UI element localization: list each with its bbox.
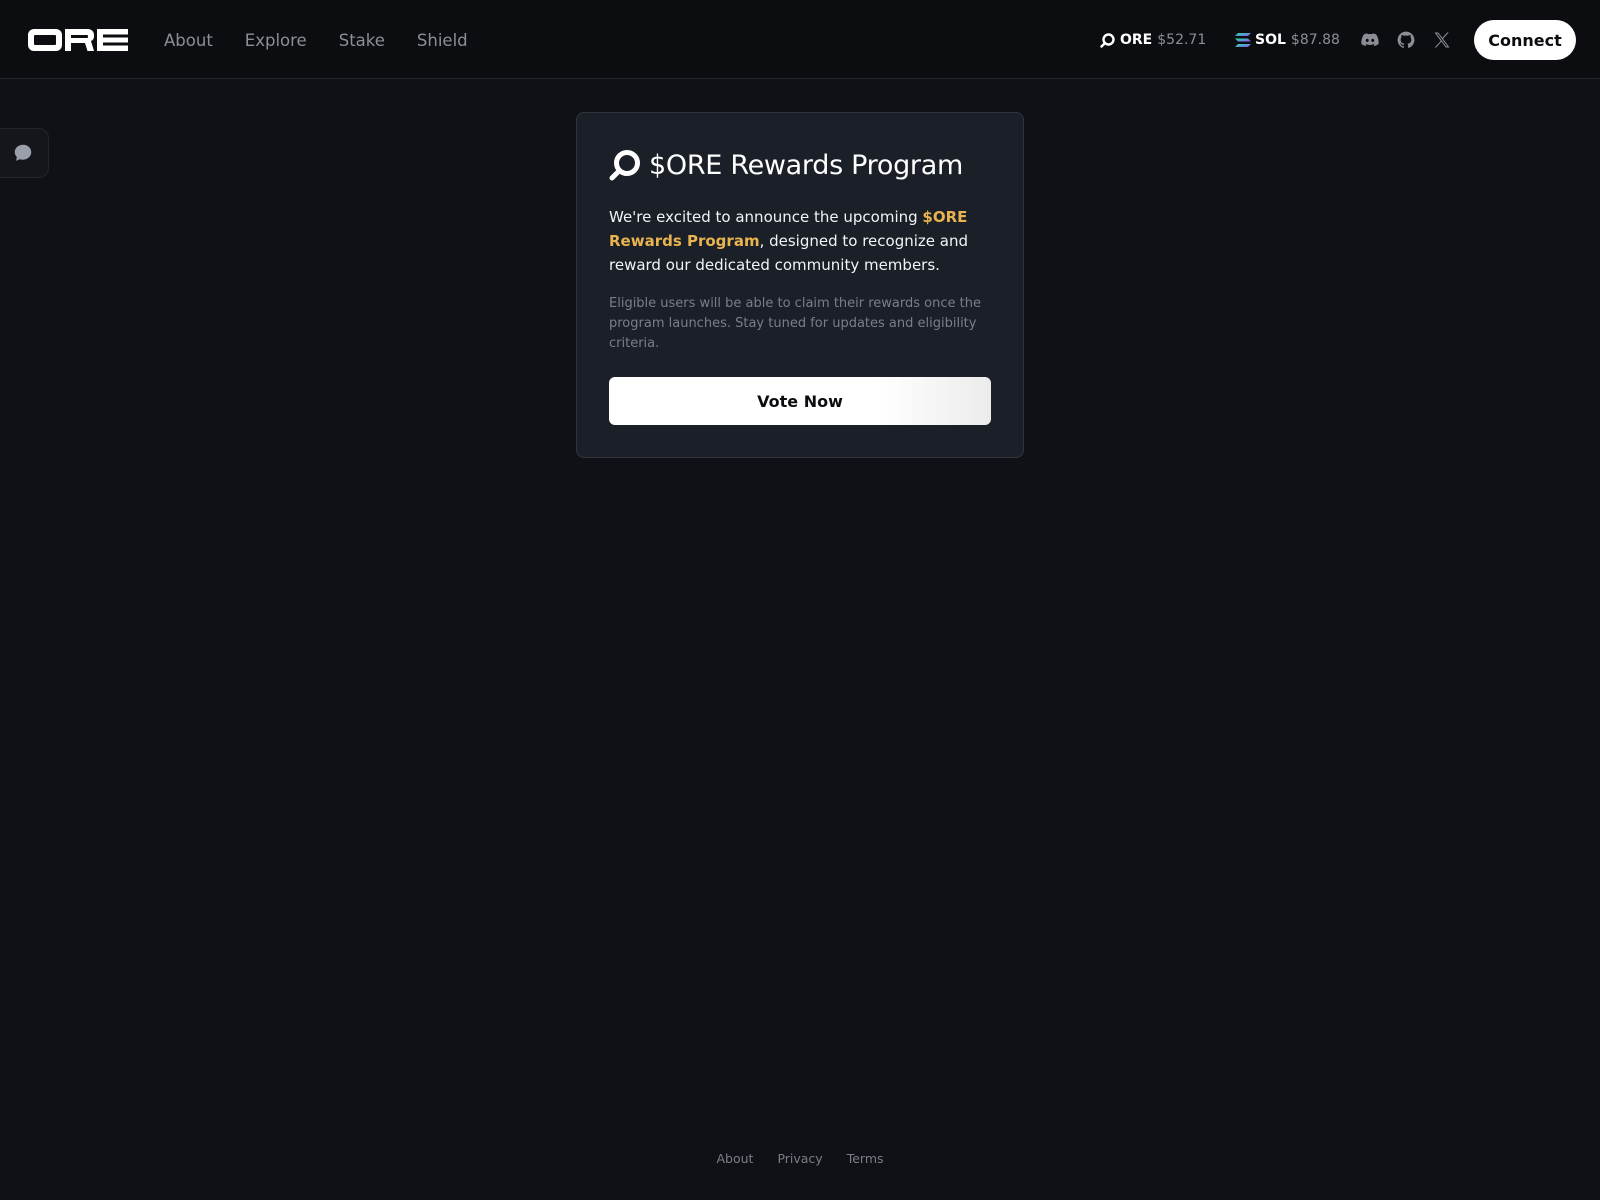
solana-icon <box>1235 33 1251 47</box>
nav-explore[interactable]: Explore <box>245 31 307 50</box>
card-intro-text: We're excited to announce the upcoming $… <box>609 205 979 277</box>
ore-logo[interactable] <box>28 29 128 51</box>
ore-symbol: ORE <box>1120 32 1153 48</box>
card-header: $ORE Rewards Program <box>609 147 963 183</box>
sol-price: $87.88 <box>1290 32 1340 48</box>
nav-shield[interactable]: Shield <box>417 31 468 50</box>
ore-icon <box>1100 33 1115 48</box>
vote-now-button[interactable]: Vote Now <box>609 377 991 425</box>
sol-price-ticker[interactable]: SOL $87.88 <box>1235 30 1340 50</box>
footer: About Privacy Terms <box>0 1151 1600 1166</box>
footer-link-terms[interactable]: Terms <box>847 1151 884 1166</box>
rewards-announcement-card: $ORE Rewards Program We're excited to an… <box>576 112 1024 458</box>
connect-wallet-button[interactable]: Connect <box>1474 20 1576 60</box>
chat-toggle[interactable] <box>0 128 49 178</box>
ore-icon <box>609 150 640 181</box>
chat-bubble-icon <box>14 144 32 161</box>
intro-text-start: We're excited to announce the upcoming <box>609 208 923 226</box>
x-icon[interactable] <box>1432 30 1452 50</box>
top-navbar: About Explore Stake Shield ORE $52.71 SO… <box>0 0 1600 79</box>
footer-link-privacy[interactable]: Privacy <box>777 1151 822 1166</box>
footer-link-about[interactable]: About <box>716 1151 753 1166</box>
ore-price-ticker[interactable]: ORE $52.71 <box>1100 30 1206 50</box>
github-icon[interactable] <box>1396 30 1416 50</box>
ore-price: $52.71 <box>1157 32 1207 48</box>
nav-about[interactable]: About <box>164 31 213 50</box>
discord-icon[interactable] <box>1360 30 1380 50</box>
card-eligibility-note: Eligible users will be able to claim the… <box>609 296 981 351</box>
sol-symbol: SOL <box>1255 32 1286 48</box>
card-title: $ORE Rewards Program <box>649 149 963 181</box>
main-nav: About Explore Stake Shield <box>164 28 500 52</box>
nav-stake[interactable]: Stake <box>339 31 385 50</box>
